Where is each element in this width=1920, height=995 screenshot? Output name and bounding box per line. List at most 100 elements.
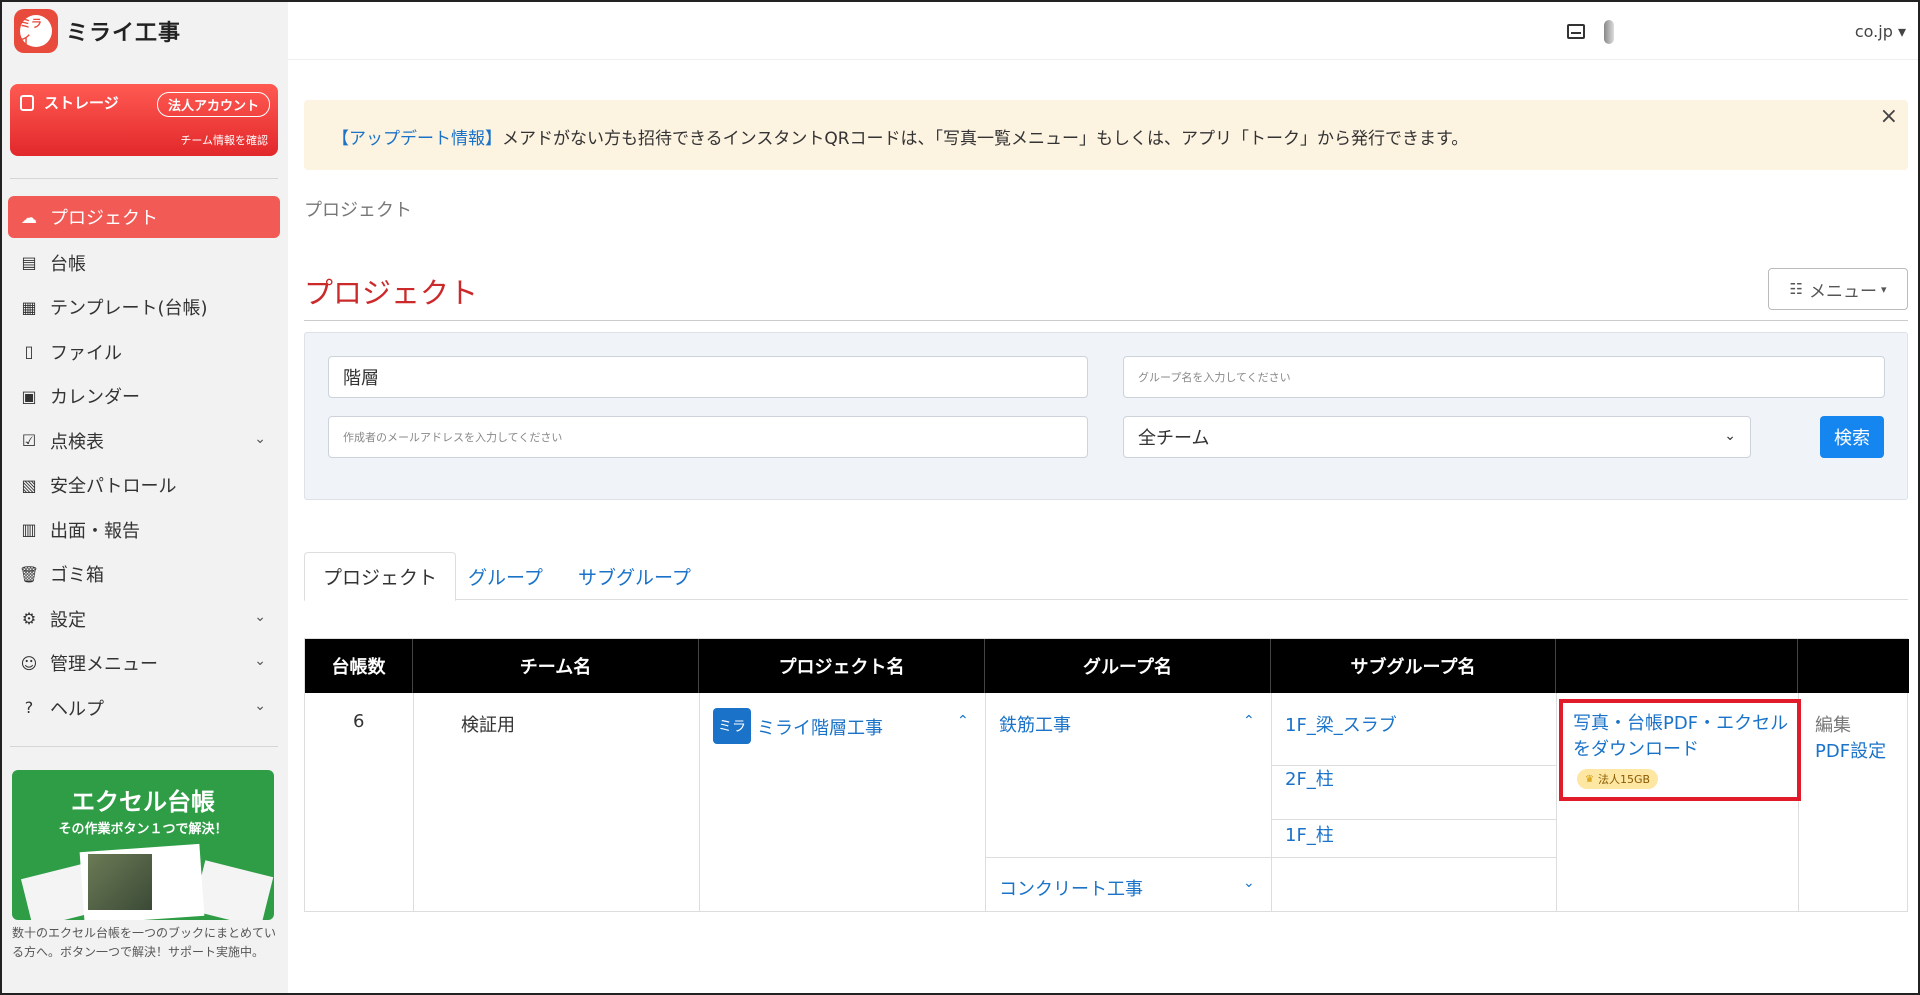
subgroup-name-link[interactable]: 2F_柱	[1285, 765, 1334, 791]
database-icon	[20, 94, 34, 111]
logo-badge-icon: ミライ	[14, 9, 58, 53]
row-divider	[985, 857, 1556, 858]
download-link[interactable]: 写真・台帳PDF・エクセルをダウンロード	[1573, 711, 1799, 763]
sidebar-item-settings[interactable]: ⚙ 設定 ⌄	[8, 597, 280, 642]
chevron-up-icon[interactable]: ⌃	[1243, 713, 1255, 729]
promo-subtitle: その作業ボタン１つで解決！	[58, 822, 228, 837]
excel-ledger-promo-banner[interactable]: エクセル台帳 その作業ボタン１つで解決！	[12, 770, 274, 920]
sidebar-item-label: 台帳	[50, 253, 86, 275]
header-download	[1556, 639, 1798, 693]
chevron-down-icon: ⌄	[254, 653, 266, 669]
sidebar-item-label: プロジェクト	[50, 208, 158, 229]
sidebar-item-checklist[interactable]: ☑ 点検表 ⌄	[8, 419, 280, 464]
header-group-name: グループ名	[985, 639, 1271, 693]
group-name-link[interactable]: コンクリート工事	[999, 875, 1143, 901]
tab-bar: プロジェクト グループ サブグループ	[304, 552, 1908, 601]
team-name: 検証用	[461, 715, 515, 736]
group-name-link[interactable]: 鉄筋工事	[999, 711, 1071, 737]
group-name-input[interactable]: グループ名を入力してください	[1123, 356, 1885, 398]
creator-email-input[interactable]: 作成者のメールアドレスを入力してください	[328, 416, 1088, 458]
hierarchy-value: 階層	[343, 368, 379, 389]
chevron-up-icon[interactable]: ⌃	[957, 713, 969, 729]
column-divider	[699, 693, 700, 911]
close-icon[interactable]: ×	[1880, 104, 1898, 129]
logo-text: ミライ工事	[66, 21, 182, 46]
file-icon: ▯	[24, 342, 34, 362]
sidebar-divider	[10, 746, 278, 747]
sidebar-item-ledger[interactable]: ▤ 台帳	[8, 241, 280, 286]
sidebar-item-label: ヘルプ	[50, 698, 104, 720]
column-divider	[1271, 693, 1272, 911]
row-divider	[1271, 819, 1556, 820]
sidebar-item-label: ゴミ箱	[50, 565, 104, 587]
sidebar-item-project[interactable]: ☁ プロジェクト	[8, 196, 280, 238]
edit-link[interactable]: 編集	[1815, 711, 1851, 737]
list-icon: ☷	[1789, 280, 1803, 298]
user-menu[interactable]: co.jp ▾	[1855, 22, 1906, 41]
sidebar-item-calendar[interactable]: ▣ カレンダー	[8, 374, 280, 419]
project-badge: ミラ	[713, 708, 751, 744]
team-info-link[interactable]: チーム情報を確認	[180, 132, 268, 148]
caret-down-icon: ▾	[1897, 22, 1906, 41]
storage-card[interactable]: ストレージ 法人アカウント チーム情報を確認	[10, 84, 278, 156]
top-bar: co.jp ▾	[288, 2, 1918, 60]
chevron-down-icon: ⌄	[254, 430, 266, 447]
sidebar-item-safety-patrol[interactable]: ▧ 安全パトロール	[8, 463, 280, 508]
tab-project[interactable]: プロジェクト	[304, 552, 457, 601]
update-info-link[interactable]: 【アップデート情報】	[332, 129, 502, 149]
menu-button[interactable]: ☷ メニュー ▾	[1768, 268, 1908, 310]
user-domain: co.jp	[1854, 22, 1893, 41]
sidebar-nav: ☁ プロジェクト ▤ 台帳 ▦ テンプレート(台帳) ▯ ファイル ▣ カレンダ…	[8, 196, 280, 730]
menu-button-label: メニュー	[1808, 281, 1877, 302]
chevron-down-icon[interactable]: ⌄	[1243, 875, 1255, 891]
search-button[interactable]: 検索	[1820, 416, 1884, 458]
creator-email-placeholder: 作成者のメールアドレスを入力してください	[343, 431, 563, 444]
sidebar-item-label: テンプレート(台帳)	[50, 298, 208, 320]
patrol-icon: ▧	[21, 475, 37, 495]
sidebar-item-report[interactable]: ▥ 出面・報告	[8, 508, 280, 553]
inbox-icon[interactable]	[1567, 24, 1585, 39]
sidebar-item-label: ファイル	[50, 342, 122, 364]
sidebar-item-label: 出面・報告	[50, 520, 140, 542]
help-icon: ?	[24, 698, 34, 718]
chevron-down-icon: ⌄	[254, 697, 266, 714]
chevron-down-icon: ⌄	[1724, 428, 1736, 444]
sidebar-item-template[interactable]: ▦ テンプレート(台帳)	[8, 285, 280, 330]
sidebar-item-label: 点検表	[50, 431, 104, 453]
construction-photo-icon	[88, 854, 152, 910]
template-icon: ▦	[21, 297, 37, 317]
logo[interactable]: ミライ ミライ工事	[14, 9, 181, 53]
sidebar-item-label: 設定	[50, 609, 86, 631]
ledger-count: 6	[353, 711, 365, 732]
subgroup-name-link[interactable]: 1F_梁_スラブ	[1285, 711, 1397, 737]
tab-group[interactable]: グループ	[468, 552, 543, 600]
avatar[interactable]	[1604, 20, 1614, 44]
sidebar-item-help[interactable]: ? ヘルプ ⌄	[8, 686, 280, 731]
table-header: 台帳数 チーム名 プロジェクト名 グループ名 サブグループ名	[305, 639, 1909, 693]
sidebar-item-admin-menu[interactable]: ☺ 管理メニュー ⌄	[8, 641, 280, 686]
calendar-icon: ▣	[21, 386, 37, 406]
trash-icon: 🗑	[18, 564, 40, 584]
tab-subgroup[interactable]: サブグループ	[578, 552, 691, 600]
hierarchy-input[interactable]: 階層	[328, 356, 1088, 398]
crown-icon: ♛	[1585, 773, 1594, 785]
storage-label: ストレージ	[44, 94, 119, 112]
download-highlight: 写真・台帳PDF・エクセルをダウンロード ♛ 法人15GB	[1559, 699, 1801, 801]
alert-message: メアドがない方も招待できるインスタントQRコードは、「写真一覧メニュー」もしくは…	[502, 129, 1469, 149]
app-window: ミライ ミライ工事 ストレージ 法人アカウント チーム情報を確認 ☁ プロジェク…	[0, 0, 1920, 995]
project-name-link[interactable]: ミライ階層工事	[757, 714, 883, 740]
column-divider	[1556, 693, 1557, 911]
team-select[interactable]: 全チーム ⌄	[1123, 416, 1751, 458]
column-divider	[985, 693, 986, 911]
column-divider	[413, 693, 414, 911]
breadcrumb: プロジェクト	[304, 200, 412, 221]
subgroup-name-link[interactable]: 1F_柱	[1285, 821, 1334, 847]
page-title: プロジェクト	[304, 276, 479, 310]
group-name-placeholder: グループ名を入力してください	[1138, 371, 1291, 384]
plan-badge-label: 法人15GB	[1597, 773, 1651, 786]
sidebar-item-trash[interactable]: 🗑 ゴミ箱	[8, 552, 280, 597]
header-actions	[1798, 639, 1909, 693]
sidebar-item-file[interactable]: ▯ ファイル	[8, 330, 280, 375]
pdf-settings-link[interactable]: PDF設定	[1815, 737, 1886, 763]
header-subgroup-name: サブグループ名	[1271, 639, 1556, 693]
